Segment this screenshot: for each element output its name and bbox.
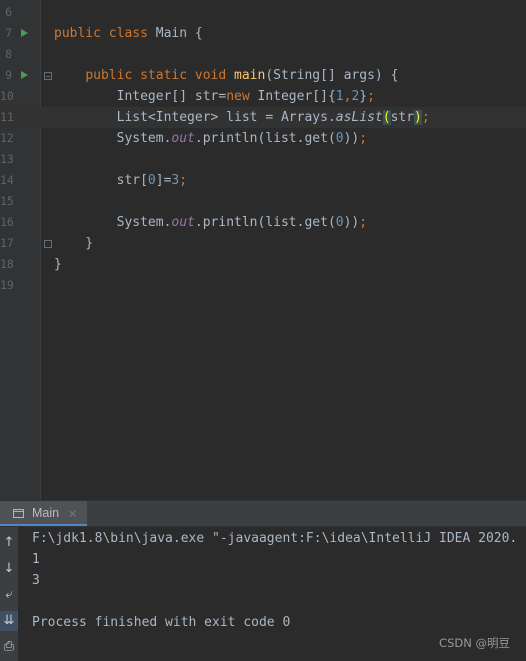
code-line-17[interactable]: 17 } <box>0 233 526 254</box>
line-number: 12 <box>0 131 14 145</box>
up-arrow-icon[interactable]: ↑ <box>0 533 18 553</box>
line-number: 17 <box>0 236 14 250</box>
console-output-line: 1 <box>32 552 40 567</box>
console-icon <box>13 509 24 518</box>
console-output-line: Process finished with exit code 0 <box>32 615 291 630</box>
code-line-15[interactable]: 15 <box>0 191 526 212</box>
line-number: 16 <box>0 215 14 229</box>
line-number: 10 <box>0 89 14 103</box>
code-line-12[interactable]: 12 System.out.println(list.get(0)); <box>0 128 526 149</box>
code-text: Integer[] str=new Integer[]{1,2}; <box>54 89 375 104</box>
line-number: 13 <box>0 152 14 166</box>
class-name: Main { <box>155 26 203 41</box>
line-number: 14 <box>0 173 14 187</box>
code-line-11-current[interactable]: 11 List<Integer> list = Arrays.asList(st… <box>0 107 526 128</box>
code-text: System.out.println(list.get(0)); <box>54 215 368 230</box>
code-text: public static void main(String[] args) { <box>85 68 399 83</box>
code-text: public class Main { <box>54 23 203 44</box>
code-line-8[interactable]: 8 <box>0 44 526 65</box>
code-line-6[interactable]: 6 <box>0 2 526 23</box>
console-output-line: 3 <box>32 573 40 588</box>
code-line-19[interactable]: 19 <box>0 275 526 296</box>
soft-wrap-icon[interactable]: ⤶ <box>0 585 18 605</box>
watermark: CSDN @明豆 <box>439 636 510 650</box>
code-text: str[0]=3; <box>54 173 188 188</box>
code-text: } <box>54 236 94 251</box>
code-line-9[interactable]: 9 public static void main(String[] args)… <box>0 65 526 86</box>
code-line-18[interactable]: 18 } <box>0 254 526 275</box>
code-text: System.out.println(list.get(0)); <box>54 131 368 146</box>
line-number: 15 <box>0 194 14 208</box>
line-number: 8 <box>5 47 12 61</box>
code-text: List<Integer> list = Arrays.asList(str); <box>54 110 430 125</box>
console-toolbar: ↑ ↓ ⤶ ⇊ ⎙ <box>0 527 18 661</box>
fold-end-icon[interactable] <box>44 240 52 248</box>
line-number: 11 <box>0 110 14 124</box>
close-icon[interactable]: × <box>68 501 77 526</box>
run-class-icon[interactable] <box>21 29 28 37</box>
code-line-16[interactable]: 16 System.out.println(list.get(0)); <box>0 212 526 233</box>
run-tool-window: Main × ↑ ↓ ⤶ ⇊ ⎙ F:\jdk1.8\bin\java.exe … <box>0 500 526 661</box>
code-text: } <box>54 257 62 272</box>
run-method-icon[interactable] <box>21 71 28 79</box>
line-number: 9 <box>5 68 12 82</box>
code-line-7[interactable]: 7 public class Main { <box>0 23 526 44</box>
code-line-10[interactable]: 10 Integer[] str=new Integer[]{1,2}; <box>0 86 526 107</box>
line-number: 7 <box>5 26 12 40</box>
tab-label: Main <box>32 506 60 520</box>
down-arrow-icon[interactable]: ↓ <box>0 559 18 579</box>
line-number: 19 <box>0 278 14 292</box>
tab-main[interactable]: Main × <box>0 501 87 526</box>
keyword: public class <box>54 26 156 41</box>
code-line-13[interactable]: 13 <box>0 149 526 170</box>
code-line-14[interactable]: 14 str[0]=3; <box>0 170 526 191</box>
scroll-to-end-icon[interactable]: ⇊ <box>0 611 18 631</box>
line-number: 18 <box>0 257 14 271</box>
print-icon[interactable]: ⎙ <box>0 637 18 657</box>
run-tab-bar: Main × <box>0 501 526 527</box>
fold-toggle-icon[interactable] <box>44 72 52 80</box>
console-output-line: F:\jdk1.8\bin\java.exe "-javaagent:F:\id… <box>32 531 518 546</box>
line-number: 6 <box>5 5 12 19</box>
code-editor[interactable]: 6 7 public class Main { 8 9 public stati… <box>0 0 526 500</box>
